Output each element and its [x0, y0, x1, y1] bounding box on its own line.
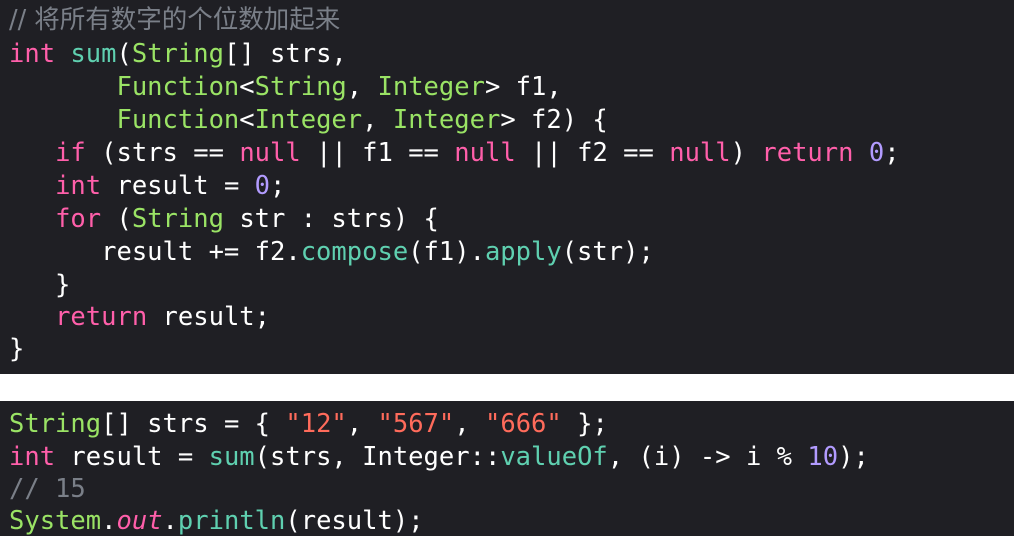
field-out: out — [116, 506, 163, 536]
keyword-if: if — [55, 138, 86, 168]
keyword-return: return — [761, 138, 854, 168]
comment-result: // 15 — [9, 474, 86, 504]
keyword-null: null — [669, 138, 731, 168]
number-zero: 0 — [254, 171, 271, 201]
type-function: Function — [116, 105, 240, 135]
type-function: Function — [116, 72, 240, 102]
comment: // 将所有数字的个位数加起来 — [9, 5, 341, 35]
keyword-null: null — [454, 138, 516, 168]
type-integer: Integer — [377, 72, 485, 102]
type-integer: Integer — [392, 105, 501, 135]
code-line-14: // 15 — [9, 473, 86, 505]
code-line-10: return result; — [55, 302, 271, 332]
code-line-11: } — [9, 334, 25, 364]
string-literal-666: "666" — [484, 409, 562, 439]
class-integer: Integer — [362, 442, 470, 472]
type-string: String — [9, 409, 102, 439]
code-line-5: if (strs == null || f1 == null || f2 == … — [55, 138, 900, 168]
type-system: System — [9, 506, 102, 536]
param-f1: > f1, — [484, 72, 562, 102]
keyword-int: int — [9, 39, 56, 69]
code-line-4: Function<Integer, Integer> f2) { — [116, 105, 608, 135]
keyword-return: return — [55, 302, 148, 332]
method-name-sum: sum — [70, 39, 117, 69]
type-string: String — [254, 72, 347, 102]
code-line-15: System.out.println(result); — [9, 506, 424, 536]
type-integer: Integer — [254, 105, 363, 135]
code-line-8: result += f2.compose(f1).apply(str); — [9, 237, 654, 267]
code-line-9: } — [9, 270, 71, 300]
keyword-null: null — [239, 138, 301, 168]
param-f2: > f2) { — [500, 105, 608, 135]
code-block-sum-definition: // 将所有数字的个位数加起来 int sum(String[] strs, F… — [0, 0, 1014, 374]
method-compose: compose — [300, 237, 409, 267]
code-line-6: int result = 0; — [55, 171, 286, 201]
type-string: String — [131, 39, 224, 69]
method-apply: apply — [484, 237, 562, 267]
number-zero: 0 — [868, 138, 885, 168]
code-line-2: int sum(String[] strs, — [9, 39, 347, 69]
code-line-12: String[] strs = { "12", "567", "666" }; — [9, 409, 608, 439]
method-sum: sum — [208, 442, 255, 472]
code-block-sum-usage: String[] strs = { "12", "567", "666" }; … — [0, 401, 1014, 536]
number-ten: 10 — [807, 442, 839, 472]
code-line-7: for (String str : strs) { — [55, 204, 439, 234]
keyword-for: for — [55, 204, 102, 234]
code-line-3: Function<String, Integer> f1, — [116, 72, 562, 102]
method-println: println — [177, 506, 286, 536]
type-string: String — [131, 204, 224, 234]
code-line-13: int result = sum(strs, Integer::valueOf,… — [9, 442, 869, 472]
method-valueof: valueOf — [500, 442, 608, 472]
params-text: [] strs, — [223, 39, 347, 69]
code-line-1: // 将所有数字的个位数加起来 — [9, 4, 340, 36]
keyword-int: int — [9, 442, 56, 472]
string-literal-567: "567" — [377, 409, 455, 439]
keyword-int: int — [55, 171, 102, 201]
string-literal-12: "12" — [285, 409, 347, 439]
